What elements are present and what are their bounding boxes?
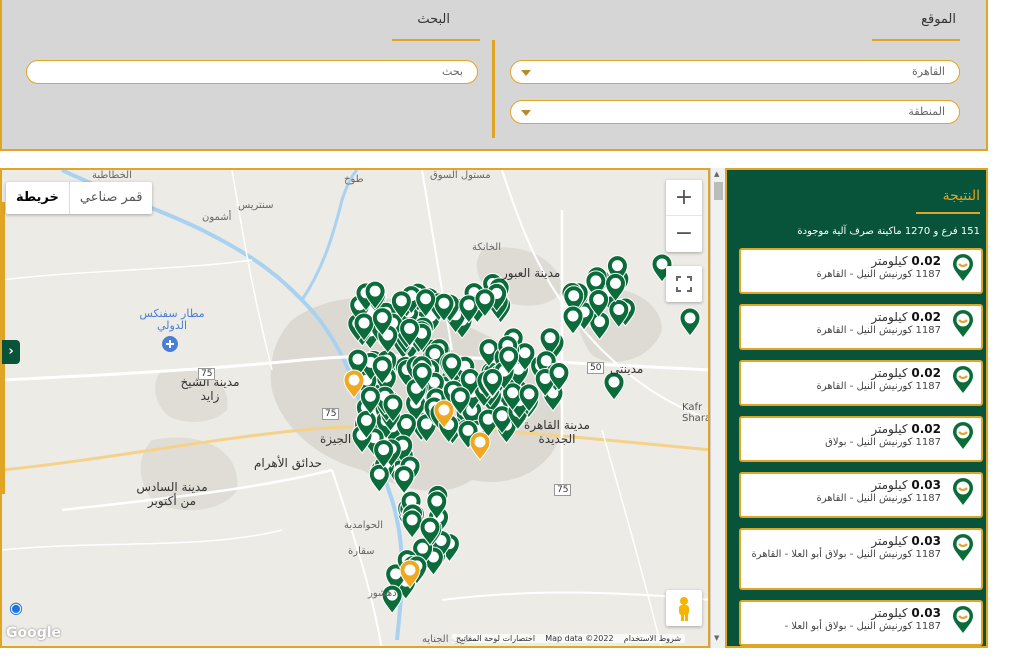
zoom-in-button[interactable]: +: [666, 180, 702, 216]
road-shield: 75: [322, 408, 340, 420]
map-label-saqqara: سقارة: [348, 546, 375, 557]
road-shield: 75: [198, 368, 216, 380]
map-type-map-button[interactable]: خريطة: [6, 182, 69, 214]
map-label-hawamdeya: الحوامدية: [344, 520, 383, 531]
map-view[interactable]: مطار سفنكس الدولي مدينة الشيخ زايد حدائق…: [0, 168, 710, 648]
map-label-souq: مستول السوق: [430, 170, 491, 181]
map-type-control: خريطة قمر صناعي: [6, 182, 153, 214]
result-address: 1187 كورنيش النيل - القاهرة: [816, 269, 941, 280]
zoom-out-button[interactable]: −: [666, 216, 702, 252]
map-label-kafr: Kafr Shara: [682, 402, 710, 424]
atm-pin-icon[interactable]: [679, 307, 701, 337]
result-address: 1187 كورنيش النيل - بولاق: [825, 437, 941, 448]
my-location-icon[interactable]: ◉: [6, 598, 26, 618]
location-pin-icon: [953, 478, 973, 505]
results-summary: 151 فرع و 1270 ماكينة صرف آلية موجودة: [797, 226, 980, 237]
map-label-khanka: الخانكة: [472, 242, 501, 253]
area-select-value: المنطقة: [908, 105, 945, 118]
search-input[interactable]: بحث: [26, 60, 478, 84]
result-card[interactable]: 0.02 كيلومتر 1187 كورنيش النيل - بولاق: [739, 416, 983, 462]
map-label-giza: الجيزة: [320, 432, 352, 446]
city-select[interactable]: القاهرة: [510, 60, 960, 84]
map-type-satellite-button[interactable]: قمر صناعي: [68, 182, 153, 214]
map-label-obour: مدينة العبور: [502, 266, 561, 280]
result-address: 1187 كورنيش النيل - بولاق أبو العلا -: [784, 621, 941, 632]
location-title: الموقع: [921, 12, 956, 27]
chevron-right-icon: ›: [8, 344, 14, 359]
result-address: 1187 كورنيش النيل - القاهرة: [816, 325, 941, 336]
map-label-ahram: حدائق الأهرام: [254, 456, 323, 470]
result-distance: 0.02 كيلومتر: [871, 310, 941, 324]
results-title: النتيجة: [942, 188, 980, 204]
result-card[interactable]: 0.03 كيلومتر 1187 كورنيش النيل - بولاق أب…: [739, 528, 983, 590]
chevron-down-icon: [521, 70, 531, 76]
street-view-button[interactable]: [666, 590, 702, 626]
terms-link[interactable]: شروط الاستخدام: [624, 634, 681, 643]
map-label-new-cairo: مدينة القاهرة الجديدة: [524, 418, 590, 446]
filter-panel: الموقع البحث القاهرة المنطقة بحث: [0, 0, 988, 151]
area-select[interactable]: المنطقة: [510, 100, 960, 124]
location-pin-icon: [953, 534, 973, 561]
atm-pin-icon[interactable]: [603, 371, 625, 401]
result-distance: 0.03 كيلومتر: [871, 478, 941, 492]
result-distance: 0.02 كيلومتر: [871, 422, 941, 436]
panel-toggle-button[interactable]: ›: [2, 340, 20, 364]
fullscreen-button[interactable]: [666, 266, 702, 302]
map-label-ashmoun: أشمون: [202, 212, 232, 223]
location-pin-icon: [953, 310, 973, 337]
map-label-dahshur: دهشور: [368, 588, 397, 599]
map-label-october: مدينة السادس من أكتوبر: [136, 480, 208, 508]
map-label-madinaty: مدينتي: [610, 362, 644, 376]
location-pin-icon: [953, 422, 973, 449]
location-pin-icon: [953, 254, 973, 281]
result-card[interactable]: 0.02 كيلومتر 1187 كورنيش النيل - القاهرة: [739, 304, 983, 350]
search-underline: [392, 39, 480, 41]
result-distance: 0.03 كيلومتر: [871, 534, 941, 548]
location-underline: [872, 39, 960, 41]
result-address: 1187 كورنيش النيل - القاهرة: [816, 381, 941, 392]
map-label-tukh: طوخ: [344, 174, 364, 185]
search-input-placeholder: بحث: [442, 65, 463, 78]
map-label-sentris: سنتريس: [238, 200, 274, 211]
section-divider: [492, 40, 495, 138]
result-card[interactable]: 0.02 كيلومتر 1187 كورنيش النيل - القاهرة: [739, 248, 983, 294]
result-distance: 0.02 كيلومتر: [871, 366, 941, 380]
result-distance: 0.02 كيلومتر: [871, 254, 941, 268]
road-shield: 50: [587, 362, 605, 374]
result-card[interactable]: 0.03 كيلومتر 1187 كورنيش النيل - بولاق أب…: [739, 600, 983, 646]
result-address: 1187 كورنيش النيل - بولاق أبو العلا - ال…: [751, 549, 941, 560]
scroll-thumb[interactable]: [714, 182, 723, 200]
keyboard-shortcuts-link[interactable]: اختصارات لوحة المفاتيح: [456, 634, 535, 643]
fullscreen-icon: [676, 276, 692, 292]
road-shield: 75: [554, 484, 572, 496]
location-pin-icon: [953, 366, 973, 393]
chevron-down-icon: [521, 110, 531, 116]
results-panel: النتيجة 151 فرع و 1270 ماكينة صرف آلية م…: [725, 168, 988, 648]
map-attribution: شروط الاستخدام Map data ©2022 اختصارات ل…: [452, 634, 686, 643]
atm-pin-icon[interactable]: [401, 509, 423, 539]
map-canvas[interactable]: [2, 170, 710, 648]
map-label-airport: مطار سفنكس الدولي: [139, 307, 205, 332]
pegman-icon: [679, 597, 689, 621]
scroll-up-icon[interactable]: ▲: [714, 170, 719, 178]
city-select-value: القاهرة: [912, 65, 945, 78]
result-card[interactable]: 0.02 كيلومتر 1187 كورنيش النيل - القاهرة: [739, 360, 983, 406]
result-address: 1187 كورنيش النيل - القاهرة: [816, 493, 941, 504]
map-data-text: Map data ©2022: [545, 634, 614, 643]
results-scrollbar[interactable]: ▲ ▼: [710, 168, 725, 648]
atm-pin-icon[interactable]: [393, 465, 415, 495]
location-pin-icon: [953, 606, 973, 633]
scroll-down-icon[interactable]: ▼: [714, 634, 719, 642]
results-underline: [916, 212, 980, 214]
result-card[interactable]: 0.03 كيلومتر 1187 كورنيش النيل - القاهرة: [739, 472, 983, 518]
search-title: البحث: [417, 12, 450, 27]
map-label-khatatba: الخطاطبة: [92, 170, 132, 181]
zoom-control: + −: [666, 180, 702, 252]
result-distance: 0.03 كيلومتر: [871, 606, 941, 620]
google-logo: Google: [6, 625, 62, 641]
